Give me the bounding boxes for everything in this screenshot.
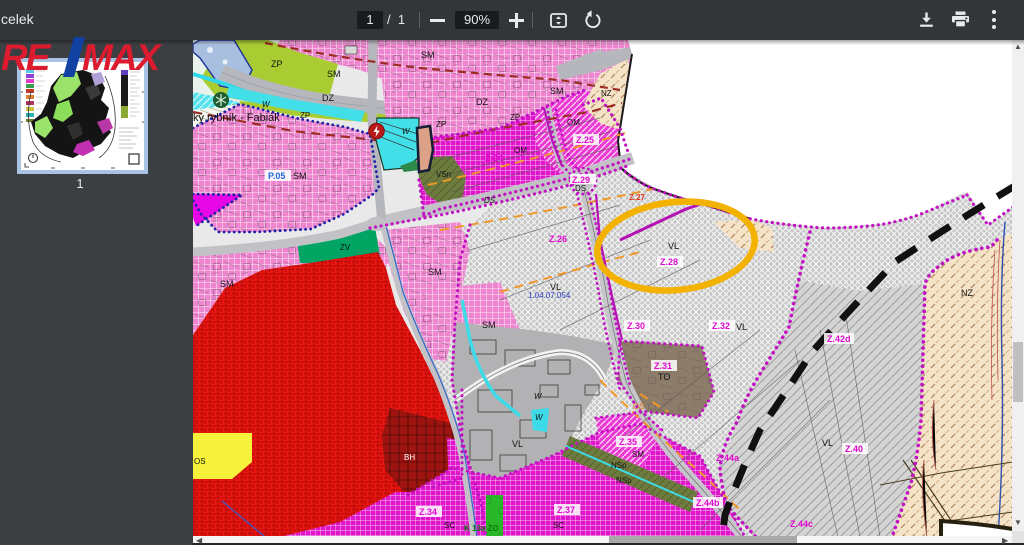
svg-text:NZ: NZ <box>961 288 973 298</box>
svg-text:NZ: NZ <box>601 89 612 98</box>
svg-text:ZP: ZP <box>271 59 283 69</box>
svg-text:OS: OS <box>194 457 206 466</box>
svg-text:SM: SM <box>293 171 307 181</box>
svg-text:SM: SM <box>327 69 341 79</box>
svg-text:ZP: ZP <box>436 120 446 129</box>
svg-text:DZ: DZ <box>476 97 488 107</box>
svg-text:SM: SM <box>220 279 234 289</box>
svg-text:Z.24: Z.24 <box>485 153 503 163</box>
svg-text:Z.31: Z.31 <box>654 361 672 371</box>
svg-text:Z.29: Z.29 <box>572 175 590 185</box>
svg-text:Z.25: Z.25 <box>576 135 594 145</box>
svg-text:Z.44c: Z.44c <box>790 519 813 529</box>
svg-text:ZV: ZV <box>340 243 351 252</box>
svg-text:OM: OM <box>514 146 527 155</box>
svg-text:ZP: ZP <box>300 111 310 120</box>
svg-text:SC: SC <box>553 521 564 530</box>
svg-text:VL: VL <box>512 439 523 449</box>
svg-text:VL: VL <box>736 322 747 332</box>
svg-text:VL: VL <box>822 438 833 448</box>
svg-text:DZ: DZ <box>322 93 334 103</box>
svg-text:VSn: VSn <box>436 170 451 179</box>
svg-text:SM: SM <box>482 320 496 330</box>
svg-text:Z.27: Z.27 <box>629 193 646 202</box>
svg-text:SM: SM <box>421 50 435 60</box>
svg-text:BH: BH <box>404 453 415 462</box>
svg-text:Z.44b: Z.44b <box>696 498 720 508</box>
svg-text:Z.26: Z.26 <box>549 234 567 244</box>
svg-text:Z.42d: Z.42d <box>827 334 851 344</box>
svg-text:P.05: P.05 <box>268 171 285 181</box>
svg-text:TO: TO <box>658 372 670 382</box>
svg-text:Z.30: Z.30 <box>627 321 645 331</box>
svg-text:OS: OS <box>633 402 645 411</box>
svg-text:NSp: NSp <box>616 476 632 485</box>
svg-text:SC: SC <box>444 521 455 530</box>
svg-text:MAX: MAX <box>82 37 163 78</box>
svg-text:Z.32: Z.32 <box>712 321 730 331</box>
svg-text:SM: SM <box>632 450 644 459</box>
svg-text:ZP: ZP <box>510 113 520 122</box>
svg-text:DS: DS <box>484 196 496 205</box>
svg-text:K 13a ZO: K 13a ZO <box>464 524 499 533</box>
svg-text:DS: DS <box>575 184 586 193</box>
svg-text:Z.40: Z.40 <box>845 444 863 454</box>
svg-text:Z.37: Z.37 <box>557 505 575 515</box>
svg-text:RE: RE <box>1 37 52 78</box>
svg-text:Z.28: Z.28 <box>660 257 678 267</box>
svg-text:SM: SM <box>550 86 564 96</box>
svg-text:VL: VL <box>668 241 679 251</box>
svg-text:Z.35: Z.35 <box>619 437 637 447</box>
svg-text:SM: SM <box>428 267 442 277</box>
svg-text:ký rybník - Fabiák: ký rybník - Fabiák <box>193 112 280 124</box>
svg-text:Z.44a: Z.44a <box>716 453 740 463</box>
svg-text:Z.34: Z.34 <box>419 507 437 517</box>
svg-text:1.04.07.054: 1.04.07.054 <box>528 291 571 300</box>
svg-text:NSp: NSp <box>611 461 627 470</box>
svg-text:OM: OM <box>567 118 580 127</box>
